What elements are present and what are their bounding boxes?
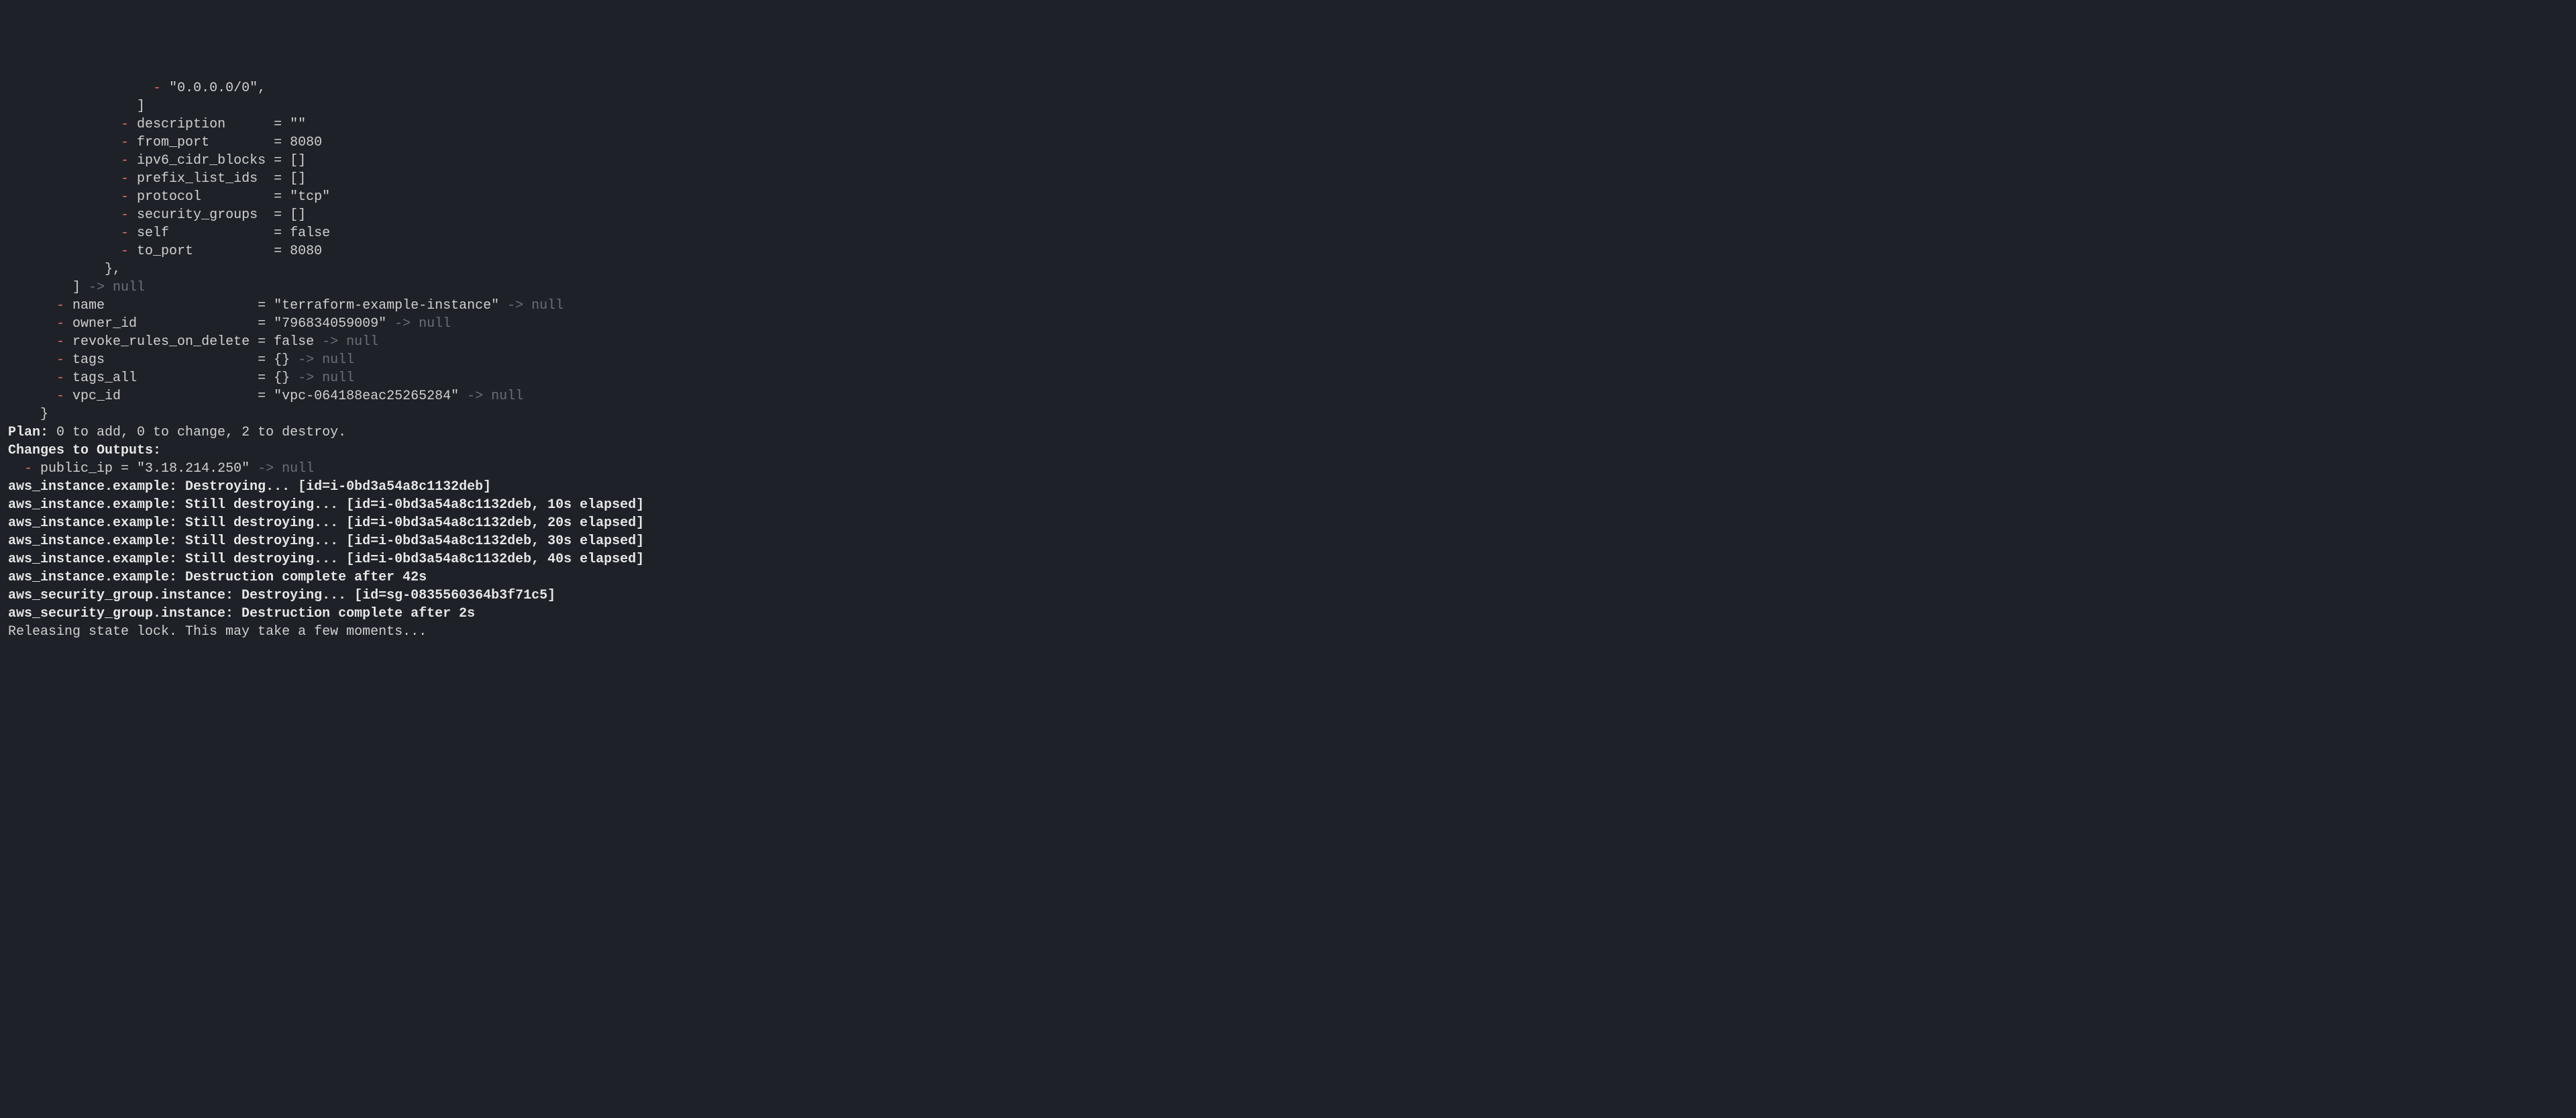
diff-attr-description: - description = "" — [8, 115, 2568, 134]
diff-outer-owner_id: - owner_id = "796834059009" -> null — [8, 315, 2568, 333]
log-line-3: aws_instance.example: Still destroying..… — [8, 532, 2568, 550]
diff-attr-security_groups: - security_groups = [] — [8, 206, 2568, 224]
log-line-2: aws_instance.example: Still destroying..… — [8, 514, 2568, 532]
log-line-6: aws_security_group.instance: Destroying.… — [8, 587, 2568, 605]
terminal-output[interactable]: - "0.0.0.0/0", ] - description = "" - fr… — [8, 79, 2568, 641]
diff-outer-vpc_id: - vpc_id = "vpc-064188eac25265284" -> nu… — [8, 387, 2568, 405]
diff-cidr: - "0.0.0.0/0", — [8, 79, 2568, 97]
log-line-7: aws_security_group.instance: Destruction… — [8, 605, 2568, 623]
log-line-0: aws_instance.example: Destroying... [id=… — [8, 478, 2568, 496]
diff-outer-tags_all: - tags_all = {} -> null — [8, 369, 2568, 387]
diff-outer-tags: - tags = {} -> null — [8, 351, 2568, 369]
diff-attr-prefix_list_ids: - prefix_list_ids = [] — [8, 170, 2568, 188]
changes-public-ip: - public_ip = "3.18.214.250" -> null — [8, 460, 2568, 478]
diff-outer-name: - name = "terraform-example-instance" ->… — [8, 297, 2568, 315]
log-line-5: aws_instance.example: Destruction comple… — [8, 568, 2568, 587]
diff-outer-revoke_rules_on_delete: - revoke_rules_on_delete = false -> null — [8, 333, 2568, 351]
plan-line: Plan: 0 to add, 0 to change, 2 to destro… — [8, 423, 2568, 442]
diff-list-close: ] -> null — [8, 278, 2568, 297]
diff-attr-ipv6_cidr_blocks: - ipv6_cidr_blocks = [] — [8, 152, 2568, 170]
diff-final-close: } — [8, 405, 2568, 423]
log-line-4: aws_instance.example: Still destroying..… — [8, 550, 2568, 568]
diff-attr-self: - self = false — [8, 224, 2568, 242]
diff-attr-from_port: - from_port = 8080 — [8, 134, 2568, 152]
diff-attr-protocol: - protocol = "tcp" — [8, 188, 2568, 206]
diff-attr-to_port: - to_port = 8080 — [8, 242, 2568, 260]
releasing-lock: Releasing state lock. This may take a fe… — [8, 623, 2568, 641]
diff-block-close: }, — [8, 260, 2568, 278]
diff-cidr-close: ] — [8, 97, 2568, 115]
log-line-1: aws_instance.example: Still destroying..… — [8, 496, 2568, 514]
changes-heading: Changes to Outputs: — [8, 442, 2568, 460]
